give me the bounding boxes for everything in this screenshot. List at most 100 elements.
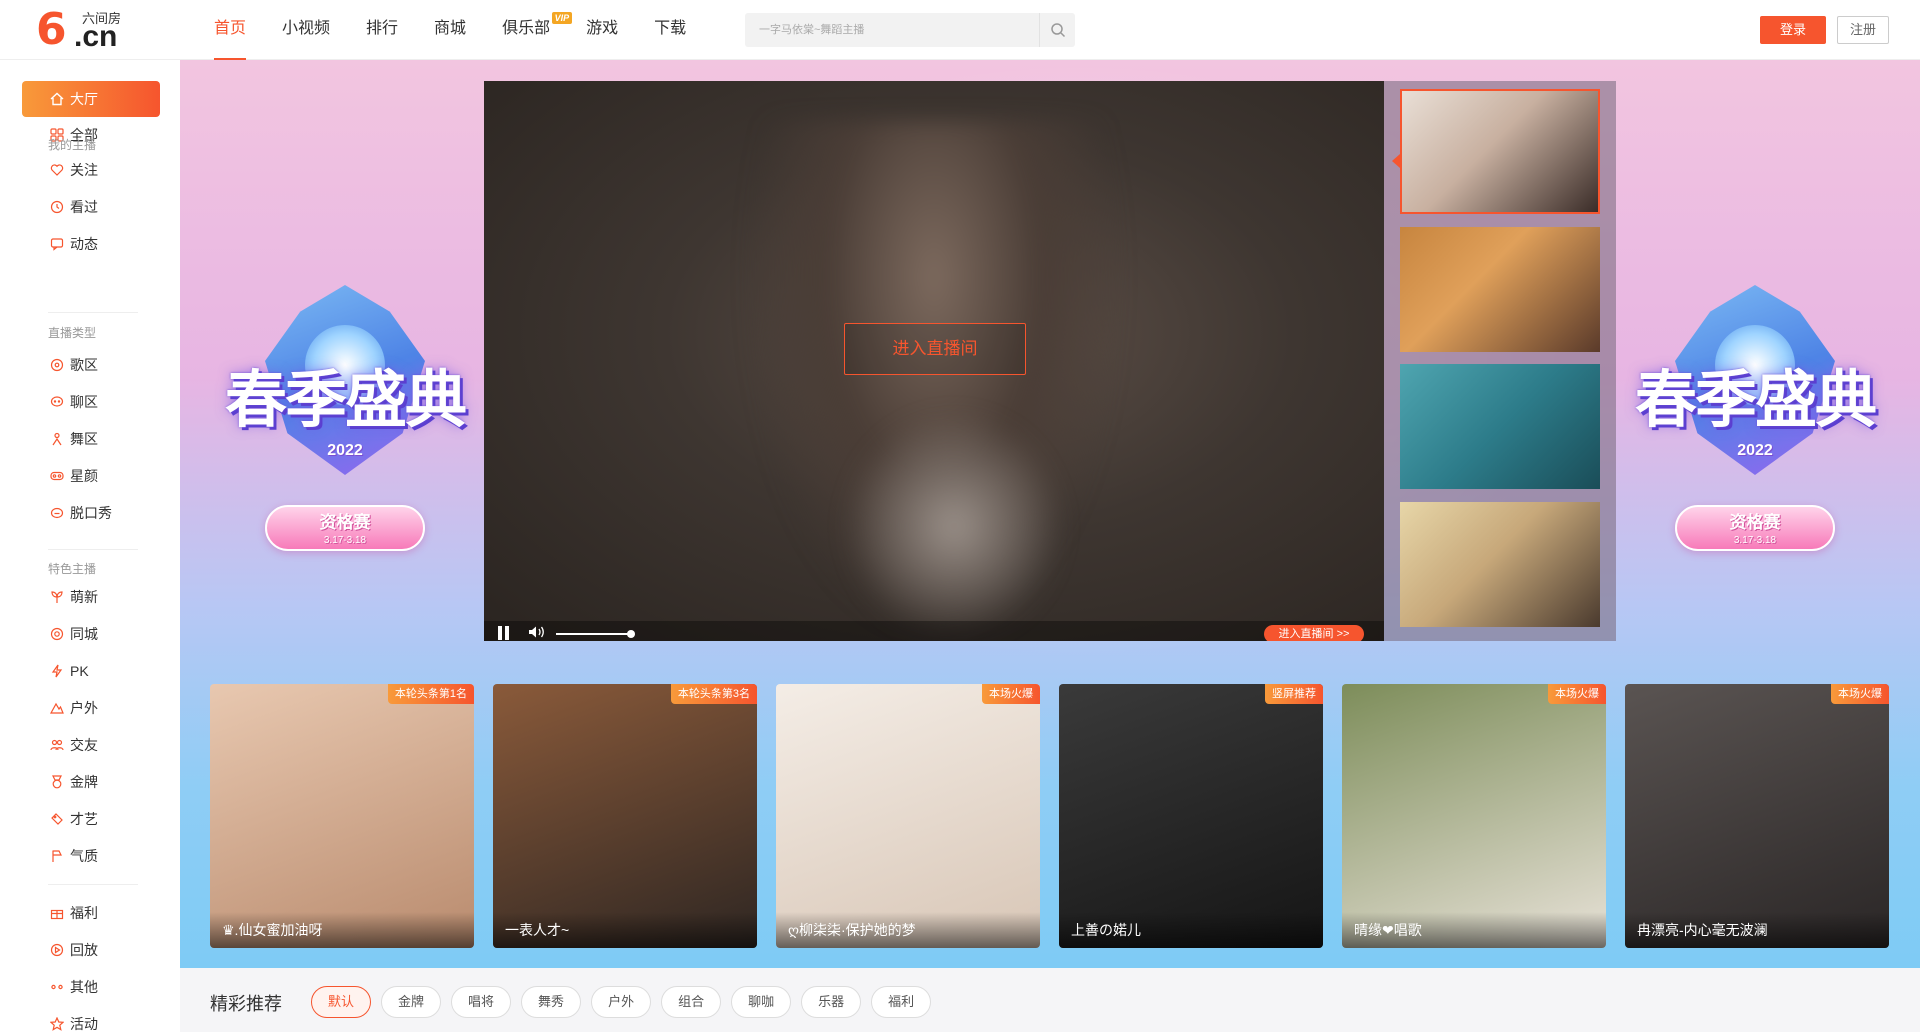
anchor-card[interactable]: 本场火爆 晴缘❤唱歌 — [1342, 684, 1606, 948]
card-badge: 本场火爆 — [1831, 684, 1889, 704]
card-badge: 本轮头条第1名 — [387, 684, 474, 704]
card-caption: 一表人才~ — [493, 912, 757, 948]
event-year: 2022 — [327, 442, 363, 459]
filter-tag-default[interactable]: 默认 — [311, 986, 372, 1018]
home-icon — [48, 90, 66, 108]
filter-tag-singer[interactable]: 唱将 — [451, 986, 512, 1018]
anchor-card[interactable]: 本场火爆 冉漂亮-内心毫无波澜 — [1625, 684, 1889, 948]
filter-tag-outdoor[interactable]: 户外 — [591, 986, 652, 1018]
search-icon — [1050, 23, 1065, 38]
sidebar-item-welfare[interactable]: 福利 — [22, 895, 160, 931]
search-button[interactable] — [1039, 13, 1075, 47]
anchor-card[interactable]: 本轮头条第1名 ♛.仙女蜜加油呀 — [210, 684, 474, 948]
sidebar-item-temperament[interactable]: 气质 — [22, 838, 160, 874]
anchor-thumbnail[interactable] — [1400, 89, 1600, 214]
filter-tag-instrument[interactable]: 乐器 — [801, 986, 862, 1018]
sidebar-item-feed[interactable]: 动态 — [22, 226, 160, 262]
sidebar-item-events[interactable]: 活动 — [22, 1006, 160, 1032]
login-button[interactable]: 登录 — [1760, 16, 1826, 44]
main-nav: 首页 小视频 排行 商城 俱乐部 VIP 游戏 下载 — [196, 0, 704, 60]
volume-icon[interactable] — [528, 625, 548, 639]
sidebar-item-chat[interactable]: 聊区 — [22, 384, 160, 420]
anchor-card[interactable]: 本场火爆 ღ柳柒柒·保护她的梦 — [776, 684, 1040, 948]
sidebar-item-singing[interactable]: 歌区 — [22, 347, 160, 383]
event-year: 2022 — [1737, 442, 1773, 459]
live-video-player[interactable]: 进入直播间 进入直播间 >> — [484, 81, 1384, 641]
site-logo[interactable]: 6 六间房 .cn — [36, 8, 136, 52]
sidebar-item-label: 活动 — [70, 1016, 98, 1032]
anchor-thumbnail[interactable] — [1400, 502, 1600, 627]
nav-club[interactable]: 俱乐部 VIP — [484, 0, 573, 60]
heart-icon — [48, 161, 66, 179]
event-title: 春季盛典 — [1634, 363, 1877, 436]
chat-icon — [48, 393, 66, 411]
sidebar-item-other[interactable]: 其他 — [22, 969, 160, 1005]
nav-short-video[interactable]: 小视频 — [264, 0, 348, 60]
sidebar-item-dance[interactable]: 舞区 — [22, 421, 160, 457]
users-icon — [48, 736, 66, 754]
anchor-thumbnail[interactable] — [1400, 364, 1600, 489]
replay-icon — [48, 941, 66, 959]
nav-home[interactable]: 首页 — [196, 0, 264, 60]
volume-slider[interactable] — [556, 630, 635, 638]
recommend-filter-tags: 默认 金牌 唱将 舞秀 户外 组合 聊咖 乐器 福利 — [311, 986, 941, 1018]
sidebar-item-label: 才艺 — [70, 811, 98, 827]
sidebar-item-label: 气质 — [70, 848, 98, 864]
register-button[interactable]: 注册 — [1837, 16, 1889, 44]
filter-tag-group[interactable]: 组合 — [661, 986, 722, 1018]
sidebar-item-label: 舞区 — [70, 431, 98, 447]
anchor-card[interactable]: 本轮头条第3名 一表人才~ — [493, 684, 757, 948]
card-badge: 竖屏推荐 — [1265, 684, 1323, 704]
video-frame-highlight — [844, 411, 1064, 641]
sidebar-item-gold[interactable]: 金牌 — [22, 764, 160, 800]
location-icon — [48, 625, 66, 643]
pause-icon[interactable] — [498, 626, 510, 640]
sidebar-divider — [48, 884, 138, 885]
sidebar-item-talent[interactable]: 才艺 — [22, 801, 160, 837]
anchor-card[interactable]: 竖屏推荐 上善の婼儿 — [1059, 684, 1323, 948]
sidebar-item-dating[interactable]: 交友 — [22, 727, 160, 763]
filter-tag-chat[interactable]: 聊咖 — [731, 986, 792, 1018]
nav-games[interactable]: 游戏 — [568, 0, 636, 60]
sidebar-item-outdoor[interactable]: 户外 — [22, 690, 160, 726]
sidebar-item-label: 动态 — [70, 236, 98, 252]
sidebar-item-beauty[interactable]: 星颜 — [22, 458, 160, 494]
sidebar-item-local[interactable]: 同城 — [22, 616, 160, 652]
nav-label: 排行 — [366, 20, 399, 37]
sidebar-item-label: 聊区 — [70, 394, 98, 410]
event-emblem-right[interactable]: 春季盛典 2022 资格赛 3.17-3.18 — [1620, 285, 1890, 585]
event-emblem-left[interactable]: 春季盛典 2022 资格赛 3.17-3.18 — [210, 285, 480, 585]
clock-icon — [48, 198, 66, 216]
enter-room-small-button[interactable]: 进入直播间 >> — [1264, 625, 1364, 641]
nav-download[interactable]: 下载 — [636, 0, 704, 60]
sidebar-item-label: 脱口秀 — [70, 505, 112, 521]
sidebar-item-label: 星颜 — [70, 468, 98, 484]
search-box — [745, 13, 1075, 47]
nav-label: 下载 — [654, 20, 687, 37]
card-caption: ♛.仙女蜜加油呀 — [210, 912, 474, 948]
sidebar-item-replay[interactable]: 回放 — [22, 932, 160, 968]
filter-tag-welfare[interactable]: 福利 — [871, 986, 932, 1018]
filter-tag-gold[interactable]: 金牌 — [381, 986, 442, 1018]
sidebar-divider — [48, 549, 138, 550]
sidebar-section-mine: 我的主播 — [48, 138, 97, 152]
anchor-thumbnail[interactable] — [1400, 227, 1600, 352]
enter-room-button[interactable]: 进入直播间 — [844, 323, 1026, 375]
search-input[interactable] — [745, 13, 1039, 47]
sidebar-item-history[interactable]: 看过 — [22, 189, 160, 225]
sidebar-item-label: PK — [70, 663, 89, 679]
palette-icon — [48, 810, 66, 828]
sidebar-item-talkshow[interactable]: 脱口秀 — [22, 495, 160, 531]
sidebar-item-newbie[interactable]: 萌新 — [22, 579, 160, 615]
sidebar-item-hall[interactable]: 大厅 — [22, 81, 160, 117]
event-dates: 3.17-3.18 — [1733, 535, 1777, 546]
card-caption: 晴缘❤唱歌 — [1342, 912, 1606, 948]
filter-tag-dance[interactable]: 舞秀 — [521, 986, 582, 1018]
event-stage: 资格赛 — [1729, 513, 1781, 532]
sidebar-item-follow[interactable]: 关注 — [22, 152, 160, 188]
sidebar-item-label: 回放 — [70, 942, 98, 958]
nav-mall[interactable]: 商城 — [416, 0, 484, 60]
sidebar-item-pk[interactable]: PK — [22, 653, 160, 689]
nav-ranking[interactable]: 排行 — [348, 0, 416, 60]
anchor-thumbnail-list — [1384, 81, 1616, 641]
